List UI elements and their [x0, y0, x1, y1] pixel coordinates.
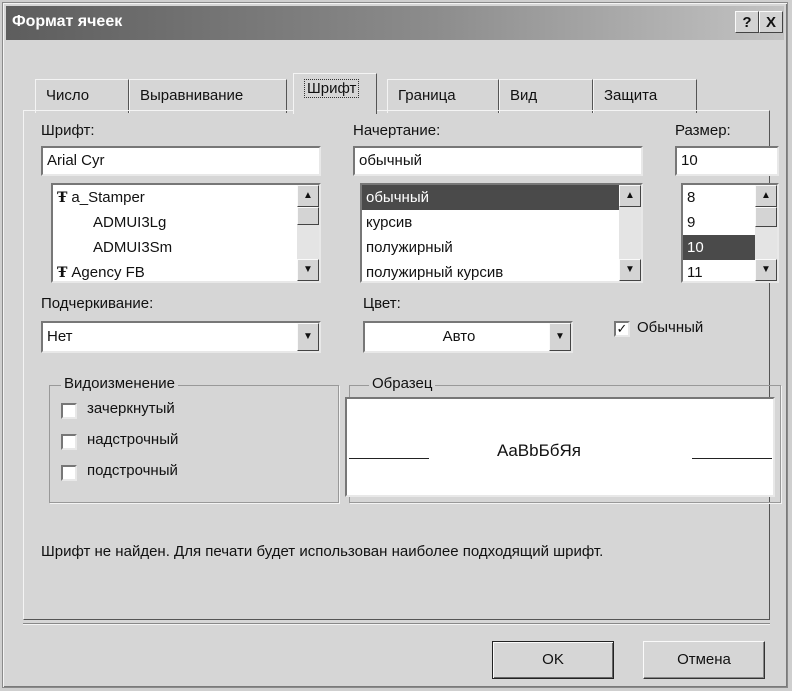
list-item[interactable]: Ŧ Agency FB: [53, 260, 319, 281]
list-item[interactable]: 10: [683, 235, 755, 260]
underline-value: Нет: [47, 328, 73, 345]
close-button[interactable]: X: [759, 11, 783, 33]
font-item-label: Agency FB: [71, 264, 145, 281]
strikethrough-checkbox[interactable]: [61, 403, 77, 419]
subscript-label: подстрочный: [87, 462, 178, 479]
format-cells-dialog: Формат ячеек ? X Число Выравнивание Шриф…: [2, 2, 788, 688]
font-not-found-message: Шрифт не найден. Для печати будет исполь…: [41, 543, 604, 560]
scroll-down-icon[interactable]: ▼: [755, 259, 777, 281]
tab-alignment[interactable]: Выравнивание: [129, 79, 287, 113]
ok-button[interactable]: OK: [492, 641, 614, 679]
scroll-thumb[interactable]: [755, 207, 777, 227]
list-item[interactable]: Ŧa_Stamper: [53, 185, 319, 210]
underline-label: Подчеркивание:: [41, 295, 154, 312]
cancel-button[interactable]: Отмена: [643, 641, 765, 679]
tab-label: Число: [46, 87, 90, 104]
font-list[interactable]: Ŧa_Stamper ADMUI3Lg ADMUI3Sm Ŧ Agency FB …: [51, 183, 321, 283]
font-list-scrollbar[interactable]: ▲ ▼: [297, 185, 319, 281]
chevron-down-icon[interactable]: ▼: [297, 323, 319, 351]
preview-box: AaBbБбЯя: [345, 397, 775, 497]
truetype-icon: Ŧ: [57, 265, 68, 281]
effects-title: Видоизменение: [61, 375, 179, 392]
list-item[interactable]: полужирный курсив: [362, 260, 641, 281]
font-item-label: a_Stamper: [71, 189, 145, 206]
size-label: Размер:: [675, 122, 731, 139]
title-bar[interactable]: Формат ячеек ? X: [6, 6, 784, 40]
size-list-scrollbar[interactable]: ▲ ▼: [755, 185, 777, 281]
normal-font-checkbox[interactable]: ✓: [614, 321, 630, 337]
baseline-left: [349, 458, 429, 459]
scroll-up-icon[interactable]: ▲: [755, 185, 777, 207]
font-size-input[interactable]: 10: [675, 146, 779, 176]
font-size-list[interactable]: 8 9 10 11 ▲ ▼: [681, 183, 779, 283]
strikethrough-label: зачеркнутый: [87, 400, 175, 417]
tab-fill[interactable]: Вид: [499, 79, 593, 113]
list-item[interactable]: полужирный: [362, 235, 641, 260]
scroll-up-icon[interactable]: ▲: [297, 185, 319, 207]
font-item-label: ADMUI3Lg: [93, 214, 167, 231]
underline-select[interactable]: Нет ▼: [41, 321, 321, 353]
list-item[interactable]: ADMUI3Lg: [53, 210, 319, 235]
style-list-scrollbar[interactable]: ▲ ▼: [619, 185, 641, 281]
tab-label: Шрифт: [304, 79, 360, 98]
dialog-title: Формат ячеек: [12, 13, 123, 30]
tab-font[interactable]: Шрифт: [293, 73, 377, 114]
baseline-right: [692, 458, 772, 459]
superscript-checkbox[interactable]: [61, 434, 77, 450]
truetype-icon: Ŧ: [57, 190, 68, 206]
subscript-checkbox[interactable]: [61, 465, 77, 481]
font-item-label: ADMUI3Sm: [93, 239, 173, 256]
font-name-input[interactable]: Arial Cyr: [41, 146, 321, 176]
preview-text: AaBbБбЯя: [497, 441, 581, 460]
help-button[interactable]: ?: [735, 11, 759, 33]
scroll-thumb[interactable]: [297, 207, 319, 225]
tab-label: Защита: [604, 87, 658, 104]
font-style-input[interactable]: обычный: [353, 146, 643, 176]
tab-label: Граница: [398, 87, 456, 104]
font-label: Шрифт:: [41, 122, 95, 139]
normal-font-label: Обычный: [637, 319, 704, 336]
font-style-list[interactable]: обычный курсив полужирный полужирный кур…: [360, 183, 643, 283]
separator: [23, 623, 770, 625]
tab-protection[interactable]: Защита: [593, 79, 697, 113]
color-select[interactable]: Авто ▼: [363, 321, 573, 353]
tab-border[interactable]: Граница: [387, 79, 499, 113]
scroll-down-icon[interactable]: ▼: [297, 259, 319, 281]
list-item[interactable]: ADMUI3Sm: [53, 235, 319, 260]
color-value: Авто: [442, 328, 476, 345]
scroll-down-icon[interactable]: ▼: [619, 259, 641, 281]
chevron-down-icon[interactable]: ▼: [549, 323, 571, 351]
tab-label: Вид: [510, 87, 538, 104]
list-item[interactable]: обычный: [362, 185, 641, 210]
tab-label: Выравнивание: [140, 87, 244, 104]
color-label: Цвет:: [363, 295, 401, 312]
preview-title: Образец: [369, 375, 436, 392]
superscript-label: надстрочный: [87, 431, 179, 448]
tab-number[interactable]: Число: [35, 79, 129, 113]
scroll-up-icon[interactable]: ▲: [619, 185, 641, 207]
list-item[interactable]: курсив: [362, 210, 641, 235]
style-label: Начертание:: [353, 122, 441, 139]
